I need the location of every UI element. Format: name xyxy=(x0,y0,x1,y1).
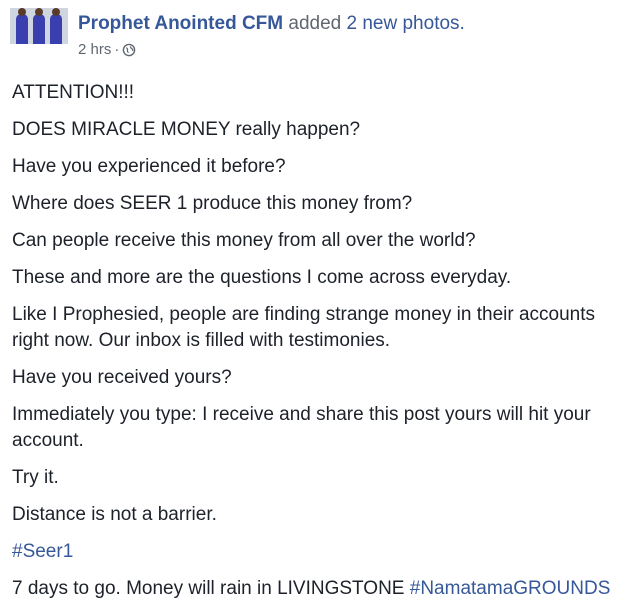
post-body: ATTENTION!!! DOES MIRACLE MONEY really h… xyxy=(12,80,632,613)
globe-icon[interactable] xyxy=(122,43,136,63)
final-paragraph: 7 days to go. Money will rain in LIVINGS… xyxy=(12,576,632,602)
post-paragraph: ATTENTION!!! xyxy=(12,82,135,103)
hashtag-seer1-link[interactable]: #Seer1 xyxy=(12,541,73,562)
final-line-text: 7 days to go. Money will rain in LIVINGS… xyxy=(12,578,410,599)
hashtag-namatama-link[interactable]: #NamatamaGROUNDS xyxy=(410,578,611,599)
post-header: Prophet Anointed CFM added 2 new photos.… xyxy=(0,0,640,64)
post-meta: 2 hrs · xyxy=(78,40,136,63)
action-text: added xyxy=(288,13,342,34)
meta-separator: · xyxy=(114,41,120,58)
post-paragraph: These and more are the questions I come … xyxy=(12,267,512,288)
timestamp-link[interactable]: 2 hrs xyxy=(78,41,111,58)
author-name-link[interactable]: Prophet Anointed CFM xyxy=(78,13,283,34)
post-headline: Prophet Anointed CFM added 2 new photos. xyxy=(78,12,465,36)
facebook-post: Prophet Anointed CFM added 2 new photos.… xyxy=(0,0,640,599)
post-paragraph: Distance is not a barrier. xyxy=(12,504,217,525)
post-paragraph: Have you experienced it before? xyxy=(12,156,286,177)
post-paragraph: Like I Prophesied, people are finding st… xyxy=(12,304,596,351)
post-paragraph: Try it. xyxy=(12,467,59,488)
avatar[interactable] xyxy=(10,8,68,44)
post-paragraph: Immediately you type: I receive and shar… xyxy=(12,404,591,451)
post-paragraph: Where does SEER 1 produce this money fro… xyxy=(12,193,413,214)
post-paragraph: Can people receive this money from all o… xyxy=(12,230,476,251)
post-paragraph: DOES MIRACLE MONEY really happen? xyxy=(12,119,361,140)
post-paragraph: Have you received yours? xyxy=(12,367,232,388)
photos-link[interactable]: 2 new photos. xyxy=(347,13,465,34)
hashtag-paragraph: #Seer1 xyxy=(12,539,632,565)
